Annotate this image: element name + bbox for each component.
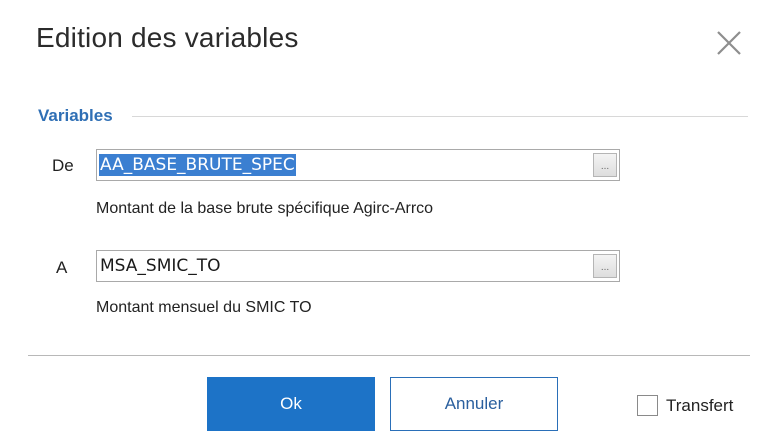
from-variable-field[interactable]: AA_BASE_BRUTE_SPEC ... — [96, 149, 620, 181]
transfer-label[interactable]: Transfert — [666, 396, 733, 416]
to-variable-field[interactable]: MSA_SMIC_TO ... — [96, 250, 620, 282]
section-divider — [132, 116, 748, 117]
to-browse-button[interactable]: ... — [593, 254, 617, 278]
transfer-checkbox[interactable] — [637, 395, 658, 416]
cancel-button[interactable]: Annuler — [390, 377, 558, 431]
ellipsis-icon: ... — [600, 161, 610, 172]
ok-button[interactable]: Ok — [207, 377, 375, 431]
ellipsis-icon: ... — [600, 262, 610, 273]
from-label: De — [52, 156, 74, 175]
from-browse-button[interactable]: ... — [593, 153, 617, 177]
footer-divider — [28, 355, 750, 356]
close-icon[interactable] — [712, 26, 746, 60]
from-variable-description: Montant de la base brute spécifique Agir… — [96, 200, 434, 217]
from-variable-value[interactable]: AA_BASE_BRUTE_SPEC — [99, 154, 296, 176]
section-label-variables: Variables — [38, 106, 113, 125]
edit-variables-dialog: Edition des variables Variables De AA_BA… — [0, 0, 765, 441]
to-variable-value[interactable]: MSA_SMIC_TO — [99, 255, 222, 277]
to-variable-description: Montant mensuel du SMIC TO — [96, 299, 312, 316]
to-label: A — [56, 258, 68, 277]
dialog-title: Edition des variables — [36, 22, 299, 53]
